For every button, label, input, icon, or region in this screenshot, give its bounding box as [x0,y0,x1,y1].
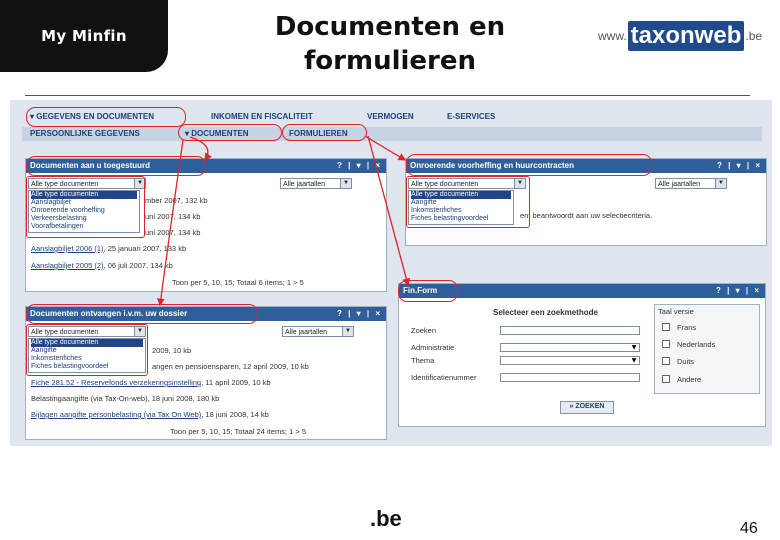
annotation-arrows [156,135,411,307]
be-logo: .be [370,506,402,531]
arrow-to-received [156,139,184,307]
page-number: 46 [740,520,758,537]
arrow-to-sent [189,136,212,162]
